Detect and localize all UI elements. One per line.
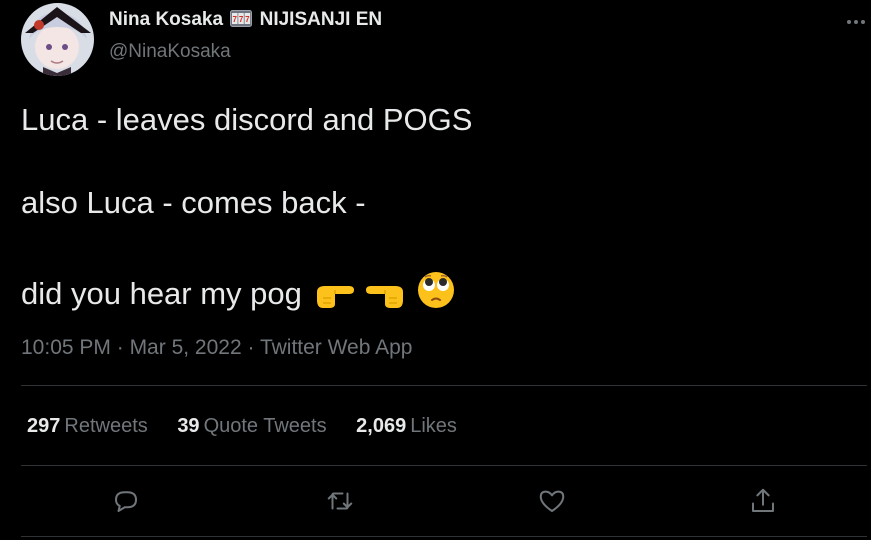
display-name[interactable]: Nina Kosaka 7 7 7 NIJISANJI EN (109, 9, 382, 31)
tweet-text-line-3: did you hear my pog (21, 270, 456, 318)
tweet-text-line-2: also Luca - comes back - (21, 185, 366, 220)
share-button[interactable] (748, 486, 778, 516)
quote-tweets-label: Quote Tweets (203, 415, 327, 437)
meta-separator: · (247, 336, 260, 359)
display-name-suffix: NIJISANJI EN (259, 9, 383, 30)
user-handle[interactable]: @NinaKosaka (109, 41, 231, 63)
svg-text:7: 7 (239, 15, 244, 24)
tweet-meta: 10:05 PM · Mar 5, 2022 · Twitter Web App (21, 335, 412, 361)
quote-tweets-stat[interactable]: 39 Quote Tweets (177, 413, 326, 439)
tweet-text-line-3-text: did you hear my pog (21, 276, 302, 311)
divider (21, 465, 867, 466)
finger-point-left-icon (365, 280, 405, 318)
svg-text:7: 7 (233, 15, 238, 24)
reply-button[interactable] (111, 486, 141, 516)
divider (21, 385, 867, 386)
like-button[interactable] (537, 486, 567, 516)
more-options-icon[interactable] (844, 10, 868, 34)
engagement-stats: 297 Retweets 39 Quote Tweets 2,069 Likes (27, 413, 481, 439)
tweet-time[interactable]: 10:05 PM (21, 336, 111, 359)
retweets-label: Retweets (64, 415, 148, 437)
divider (21, 536, 867, 537)
pleading-face-icon (416, 270, 456, 318)
svg-text:7: 7 (245, 15, 250, 24)
like-icon (539, 490, 565, 512)
meta-separator: · (116, 336, 130, 359)
finger-point-right-icon (315, 280, 355, 318)
avatar[interactable] (21, 3, 94, 76)
likes-count: 2,069 (356, 415, 407, 437)
tweet-card: Nina Kosaka 7 7 7 NIJISANJI EN @NinaKosa… (0, 0, 871, 540)
likes-label: Likes (410, 415, 457, 437)
retweet-icon (327, 492, 353, 510)
tweet-date[interactable]: Mar 5, 2022 (130, 336, 242, 359)
tweet-source[interactable]: Twitter Web App (260, 336, 413, 359)
likes-stat[interactable]: 2,069 Likes (356, 413, 457, 439)
reply-icon (115, 491, 137, 512)
retweet-button[interactable] (325, 486, 355, 516)
display-name-text: Nina Kosaka (109, 9, 224, 30)
slot-machine-icon: 7 7 7 (230, 10, 253, 27)
retweets-stat[interactable]: 297 Retweets (27, 413, 148, 439)
tweet-text-line-1: Luca - leaves discord and POGS (21, 102, 473, 137)
share-icon (752, 488, 774, 512)
retweets-count: 297 (27, 415, 61, 437)
quote-tweets-count: 39 (177, 415, 200, 437)
